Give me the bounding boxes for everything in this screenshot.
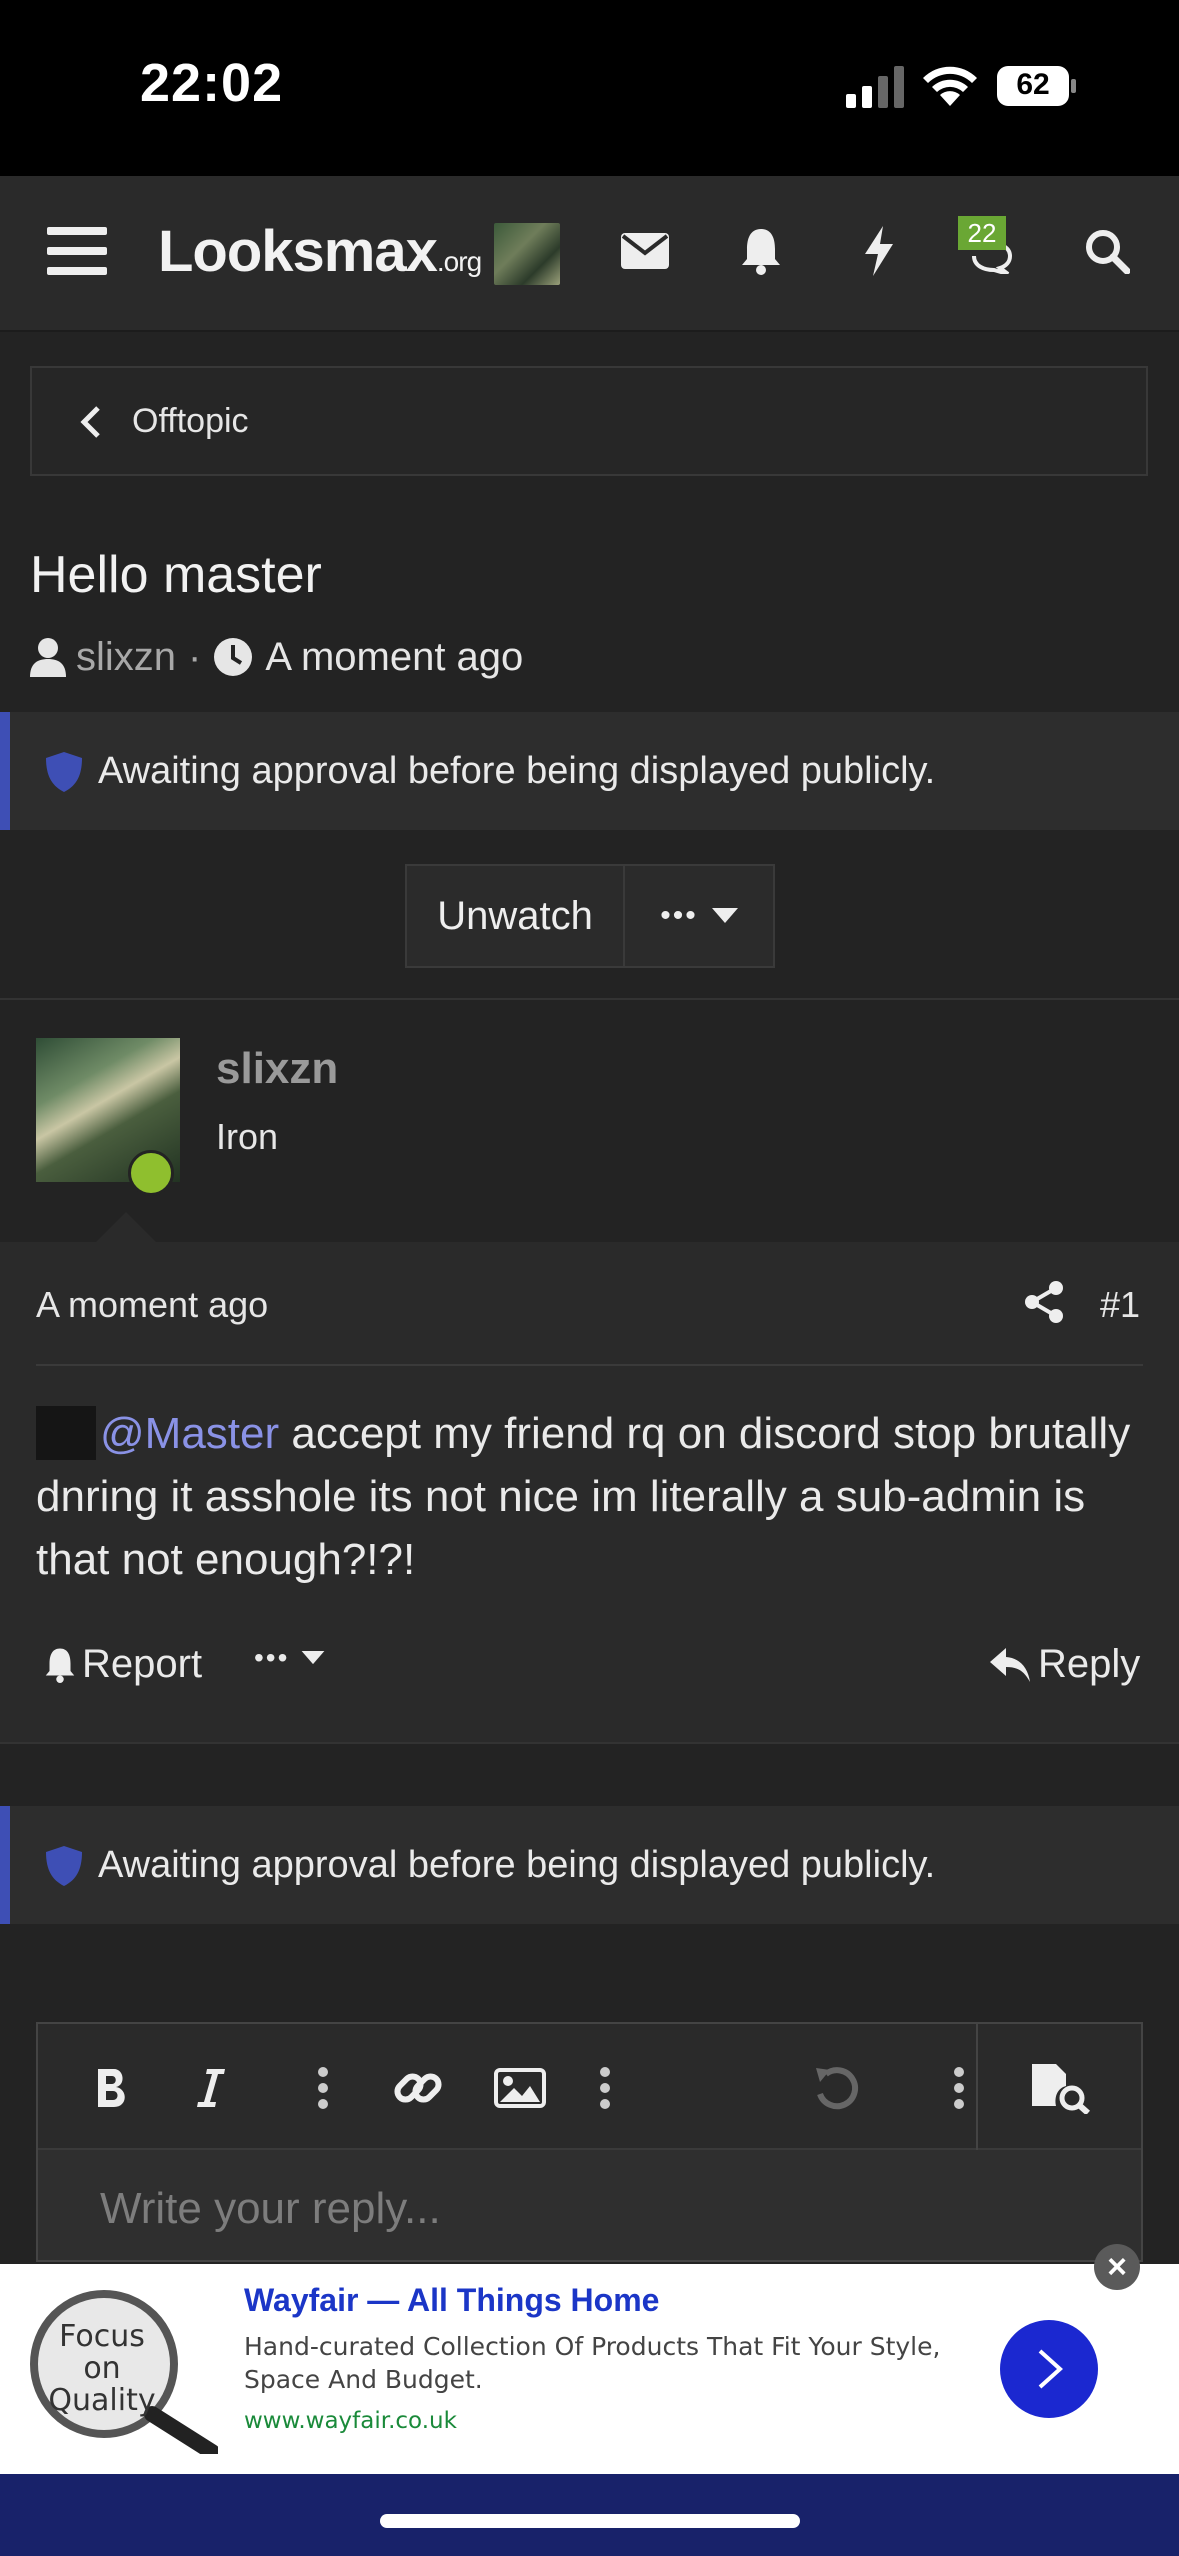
share-icon[interactable]	[1024, 1280, 1064, 1324]
approval-notice-text: Awaiting approval before being displayed…	[98, 1844, 936, 1886]
top-nav: Looksmax.org 22	[0, 176, 1179, 332]
report-label: Report	[82, 1642, 203, 1686]
inbox-envelope-icon[interactable]	[610, 216, 680, 286]
breadcrumb[interactable]: Offtopic	[30, 366, 1148, 476]
more-insert-icon[interactable]	[590, 2060, 620, 2116]
site-logo[interactable]: Looksmax.org	[158, 218, 482, 285]
chat-count-badge: 22	[958, 216, 1006, 250]
breadcrumb-label: Offtopic	[132, 402, 249, 440]
thread-meta: slixzn · A moment ago	[30, 632, 523, 682]
wifi-icon	[923, 66, 977, 106]
link-icon[interactable]	[388, 2060, 448, 2116]
undo-icon[interactable]	[808, 2060, 864, 2116]
caret-down-icon	[302, 1651, 325, 1665]
divider	[0, 1742, 1179, 1744]
caret-down-icon	[711, 908, 738, 923]
svg-text:on: on	[83, 2351, 120, 2386]
ad-close-button[interactable]: ×	[1094, 2244, 1140, 2290]
thread-actions: Unwatch •••	[405, 864, 775, 968]
more-options-button[interactable]: •••	[625, 866, 773, 966]
reply-input-placeholder[interactable]: Write your reply...	[100, 2184, 441, 2234]
approval-notice-text: Awaiting approval before being displayed…	[98, 750, 936, 792]
post-number[interactable]: #1	[1100, 1284, 1140, 1326]
user-icon	[30, 638, 66, 677]
search-icon[interactable]	[1072, 216, 1142, 286]
shield-icon	[46, 1846, 82, 1886]
status-bar: 22:02 62	[0, 0, 1179, 176]
meta-separator: ·	[188, 634, 202, 679]
divider	[36, 1364, 1143, 1366]
ad-url[interactable]: www.wayfair.co.uk	[244, 2408, 457, 2434]
mention-avatar	[36, 1406, 96, 1460]
logo-suffix: .org	[436, 246, 482, 277]
post-body: @Master accept my friend rq on discord s…	[36, 1402, 1146, 1591]
post-pointer	[96, 1212, 156, 1242]
svg-text:Focus: Focus	[59, 2319, 145, 2354]
clock-icon	[214, 638, 253, 676]
logo-text: Looksmax	[158, 219, 438, 284]
online-status-indicator	[128, 1150, 174, 1196]
bell-icon	[45, 1648, 75, 1683]
post-author-rank: Iron	[216, 1116, 279, 1157]
mention-link[interactable]: @Master	[100, 1409, 279, 1458]
ad-go-button[interactable]	[1000, 2320, 1098, 2418]
unwatch-button[interactable]: Unwatch	[407, 866, 625, 966]
status-time: 22:02	[140, 53, 284, 113]
more-formatting-icon[interactable]	[308, 2060, 338, 2116]
italic-icon[interactable]	[182, 2060, 238, 2116]
approval-notice: Awaiting approval before being displayed…	[0, 1806, 1179, 1924]
ad-title[interactable]: Wayfair — All Things Home	[244, 2282, 659, 2319]
battery-icon: 62	[996, 64, 1078, 108]
ad-banner[interactable]: Focus on Quality Wayfair — All Things Ho…	[0, 2264, 1179, 2474]
preview-icon[interactable]	[1026, 2060, 1096, 2116]
more-options-label: •••	[660, 899, 698, 932]
thread-title: Hello master	[30, 546, 322, 604]
bold-icon[interactable]	[84, 2060, 140, 2116]
post-author-name[interactable]: slixzn	[216, 1044, 338, 1094]
chevron-right-icon	[1038, 2349, 1063, 2389]
bell-icon[interactable]	[726, 216, 796, 286]
chevron-left-icon	[80, 406, 100, 438]
editor-toolbar	[38, 2024, 1141, 2150]
reply-arrow-icon	[990, 1647, 1030, 1682]
post: A moment ago #1 @Master accept my friend…	[0, 1242, 1179, 1742]
shield-icon	[46, 752, 82, 792]
image-icon[interactable]	[490, 2060, 550, 2116]
user-avatar[interactable]	[494, 223, 560, 285]
reply-label: Reply	[1038, 1642, 1141, 1686]
ad-image: Focus on Quality	[22, 2284, 220, 2460]
home-indicator[interactable]	[380, 2514, 800, 2528]
svg-text:Quality: Quality	[48, 2383, 155, 2418]
menu-icon[interactable]	[42, 216, 112, 286]
reply-button[interactable]: Reply	[990, 1642, 1140, 1687]
post-more-button[interactable]: •••	[254, 1642, 325, 1674]
thread-time: A moment ago	[265, 634, 524, 679]
ad-description: Hand-curated Collection Of Products That…	[244, 2332, 941, 2394]
post-more-label: •••	[254, 1642, 290, 1673]
divider	[976, 2024, 978, 2150]
cellular-signal-icon	[846, 66, 904, 108]
report-button[interactable]: Report	[44, 1642, 202, 1687]
more-editor-icon[interactable]	[944, 2060, 974, 2116]
approval-notice: Awaiting approval before being displayed…	[0, 712, 1179, 830]
thread-author-link[interactable]: slixzn	[76, 635, 176, 680]
reply-editor[interactable]: Write your reply...	[36, 2022, 1143, 2262]
divider	[0, 998, 1179, 1000]
post-time[interactable]: A moment ago	[36, 1284, 268, 1326]
battery-level: 62	[1016, 68, 1050, 101]
lightning-icon[interactable]	[844, 216, 914, 286]
